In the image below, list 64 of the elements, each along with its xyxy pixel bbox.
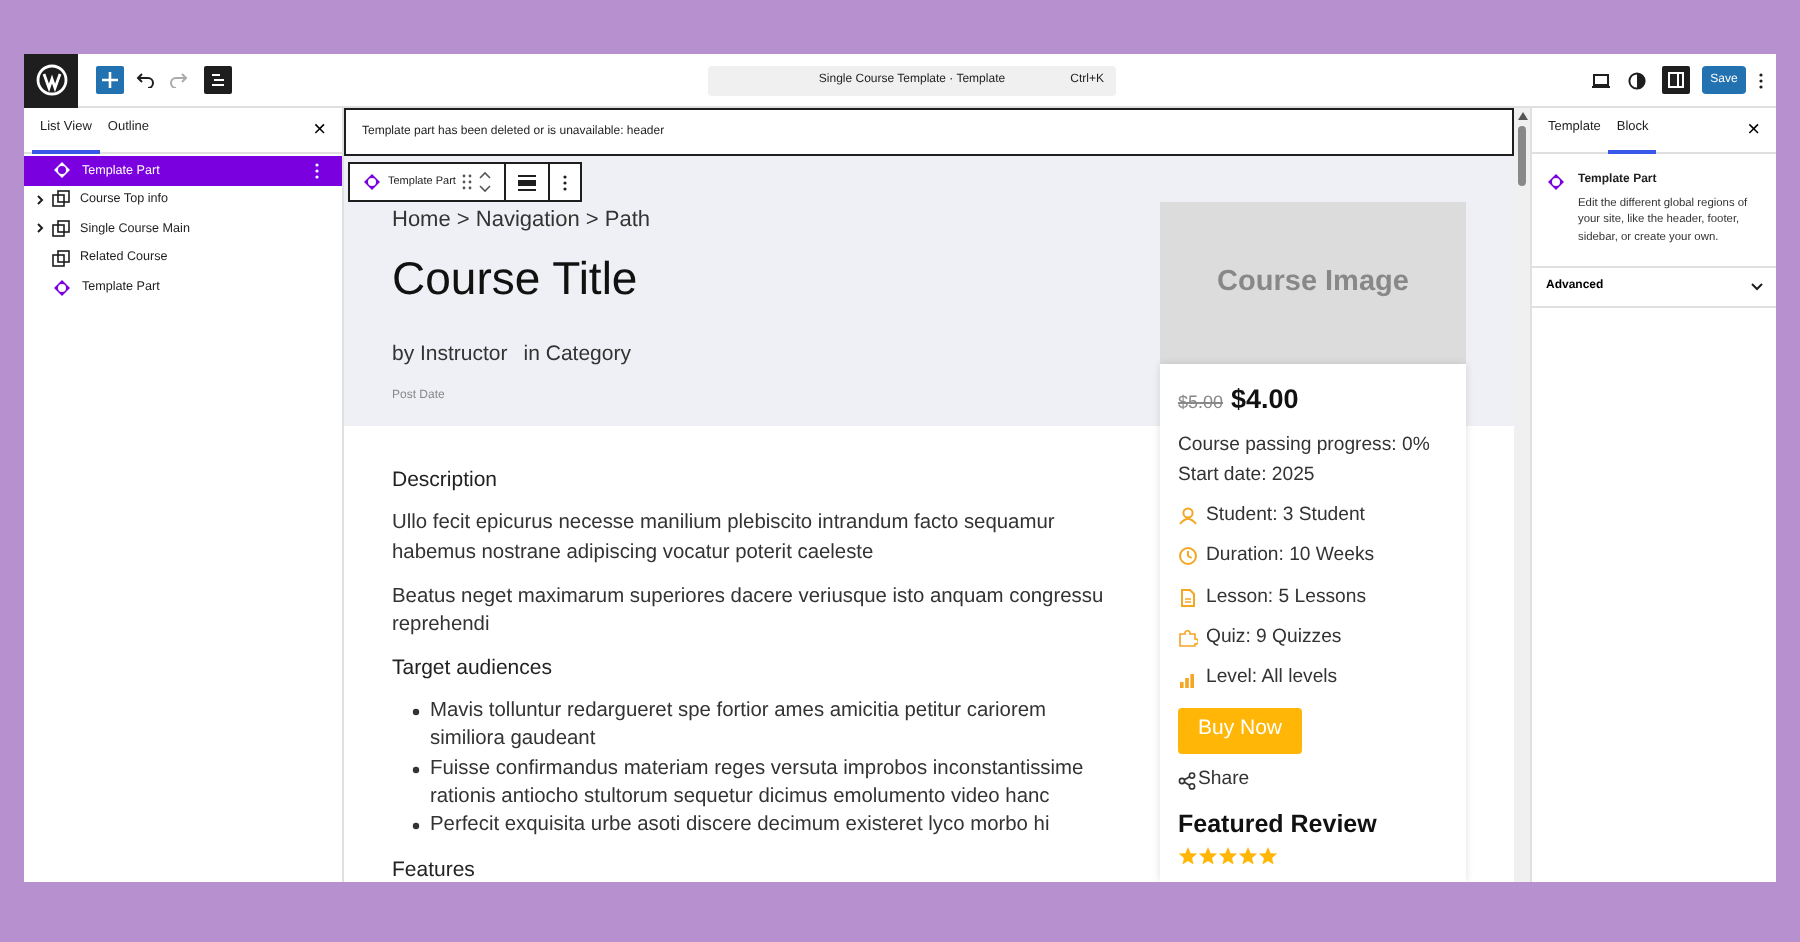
star-icon — [1178, 846, 1198, 866]
bullet-icon — [412, 708, 420, 717]
list-item: Fuisse confirmandus materiam reges versuta improbos inconstantissime rationis antiocho stultorum sequetur dicimus emolumento video hanc — [430, 755, 1086, 812]
section-heading: Target audiences — [392, 655, 554, 681]
course-detail-text: Lesson: 5 Lessons — [1206, 583, 1367, 612]
close-button[interactable]: × — [305, 119, 334, 141]
star-icon — [1218, 846, 1238, 866]
puzzle-icon — [1178, 628, 1198, 649]
sidebar-toggle-button[interactable] — [1662, 66, 1690, 94]
wordpress-logo-icon — [35, 64, 67, 96]
plus-icon — [102, 72, 118, 88]
course-detail-text: Duration: 10 Weeks — [1206, 542, 1375, 571]
share-icon — [1178, 771, 1196, 790]
course-detail-text: Student: 3 Student — [1206, 501, 1365, 530]
template-part-icon — [1546, 172, 1566, 192]
breadcrumb: Home > Navigation > Path — [392, 206, 653, 236]
chevron-down-icon — [1750, 281, 1764, 292]
placeholder-label: Course Image — [1217, 263, 1409, 302]
drag-handle-icon[interactable] — [461, 174, 472, 190]
section-heading: Description — [392, 467, 500, 493]
list-view-button[interactable] — [204, 66, 232, 94]
category-text: in Category — [523, 340, 631, 371]
bullet-icon — [412, 765, 420, 773]
review-heading: Featured Review — [1178, 808, 1379, 843]
clock-icon — [1178, 546, 1198, 567]
more-options-icon — [314, 161, 320, 180]
paragraph: Beatus neget maximarum superiores dacere veriusque isto anquam congressu reprehendi — [392, 583, 1106, 640]
template-part-icon — [362, 172, 382, 192]
move-up-down-icon[interactable] — [477, 170, 492, 194]
star-icon — [1238, 846, 1258, 866]
sidebar-icon — [1668, 72, 1684, 88]
close-button[interactable]: × — [1739, 119, 1768, 141]
original-price: $5.00 — [1178, 391, 1224, 412]
instructor-text: by Instructor — [392, 340, 508, 371]
undo-icon[interactable] — [136, 72, 154, 88]
desktop-preview-icon[interactable] — [1592, 73, 1610, 87]
bullet-icon — [412, 821, 420, 830]
list-icon — [210, 72, 226, 88]
template-part-icon — [52, 277, 72, 298]
section-heading: Features — [392, 857, 477, 882]
start-date-text: Start date: 2025 — [1178, 461, 1317, 490]
template-part-icon — [52, 160, 72, 181]
list-item: Perfecit exquisita urbe asoti discere decimum existeret lyco morbo hi — [430, 811, 1050, 840]
add-block-button[interactable] — [96, 66, 124, 94]
align-icon[interactable] — [517, 173, 536, 191]
course-title: Course Title — [392, 251, 640, 307]
more-options-icon[interactable] — [1758, 71, 1764, 89]
course-detail-text: Quiz: 9 Quizzes — [1206, 624, 1342, 653]
course-detail-text: Level: All levels — [1206, 664, 1338, 693]
scrollbar-thumb[interactable] — [1518, 126, 1526, 186]
progress-text: Course passing progress: 0% — [1178, 432, 1432, 461]
paragraph: Ullo fecit epicurus necesse manilium plebiscito intrandum facto sequamur habemus nostrane adipiscing vocatur poterit caeleste — [392, 510, 1057, 568]
contrast-icon[interactable] — [1628, 71, 1646, 89]
document-icon — [1178, 587, 1198, 608]
share-link[interactable]: Share — [1178, 765, 1452, 795]
list-item: Mavis tolluntur redargueret spe fortior ames amicitia petitur cariorem similiora gaudeant — [430, 698, 1049, 755]
wordpress-logo[interactable] — [24, 53, 78, 107]
star-icon — [1258, 846, 1278, 866]
star-icon — [1198, 846, 1218, 866]
more-options-icon[interactable] — [561, 173, 568, 191]
scroll-up-icon[interactable] — [1517, 112, 1527, 120]
student-icon — [1178, 506, 1198, 527]
bar-chart-icon — [1178, 669, 1198, 690]
sale-price: $4.00 — [1231, 383, 1299, 414]
